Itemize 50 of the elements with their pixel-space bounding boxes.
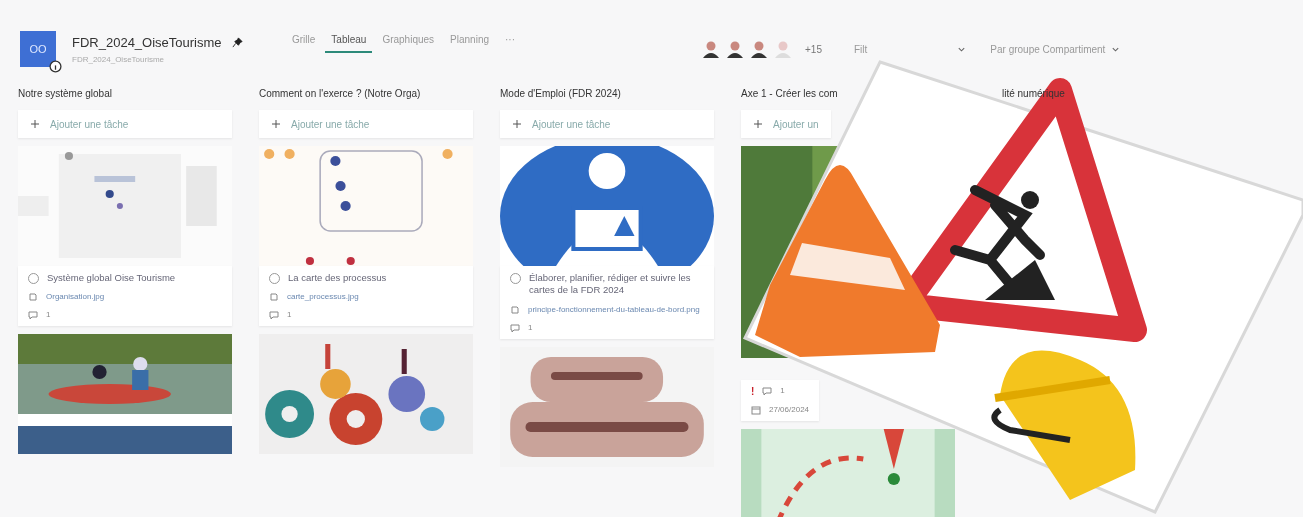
comment-count: 1: [46, 310, 51, 320]
add-task-button[interactable]: Ajouter un: [741, 110, 831, 138]
attachment-link[interactable]: carte_processus.jpg: [287, 292, 359, 302]
bucket-title: Comment on l'exerce ? (Notre Orga): [259, 88, 422, 101]
comment-icon: [269, 310, 279, 321]
calendar-icon: [751, 405, 761, 415]
task-card[interactable]: Système global Oise Tourisme Organisation.jpg 1: [18, 266, 232, 327]
view-tab[interactable]: Tableau: [325, 32, 373, 53]
avatar[interactable]: [749, 39, 769, 59]
add-task-button[interactable]: Ajouter une tâche: [259, 110, 473, 138]
view-tab[interactable]: Graphiques: [376, 32, 441, 53]
avatar[interactable]: [725, 39, 745, 59]
attachment-link[interactable]: principe-fonctionnement-du-tableau-de-bord.png: [528, 304, 700, 314]
more-button[interactable]: ···: [499, 32, 521, 53]
plus-icon: [512, 119, 522, 129]
member-count[interactable]: +15: [805, 43, 822, 55]
filter-button[interactable]: Filt: [853, 43, 868, 55]
priority-mark: !: [751, 386, 755, 397]
avatar[interactable]: [701, 39, 721, 59]
attachment-link[interactable]: Organisation.jpg: [46, 292, 105, 302]
attachment-icon: [28, 292, 38, 303]
due-date: 27/06/2024: [769, 405, 810, 414]
bucket-title: Notre système global: [18, 88, 113, 101]
info-icon: [49, 60, 62, 73]
task-card[interactable]: La carte des processus carte_processus.jpg 1: [259, 266, 473, 327]
view-tab[interactable]: Planning: [444, 32, 495, 53]
plus-icon: [271, 119, 281, 129]
plus-icon: [30, 119, 40, 129]
comment-icon: [28, 310, 38, 321]
plus-icon: [753, 119, 763, 129]
bucket-title: Axe 1 - Créer les com: [741, 88, 839, 101]
group-by-dropdown[interactable]: Par groupe Compartiment: [990, 43, 1106, 55]
comment-count: 1: [780, 386, 785, 395]
comment-icon: [762, 386, 773, 396]
task-title: Système global Oise Tourisme: [47, 272, 176, 285]
comment-count: 1: [287, 310, 292, 320]
view-tab[interactable]: Grille: [286, 32, 322, 53]
attachment-icon: [269, 292, 279, 303]
pin-icon[interactable]: [231, 36, 243, 48]
comment-icon: [510, 322, 520, 333]
plan-subtitle: FDR_2024_OiseTourisme: [72, 54, 166, 64]
add-task-button[interactable]: Ajouter une tâche: [18, 110, 232, 138]
comment-count: 1: [528, 322, 533, 332]
task-title: Élaborer, planifier, rédiger et suivre les cartes de la FDR 2024: [529, 272, 692, 297]
task-card[interactable]: ! 1 27/06/2024: [741, 380, 820, 421]
attachment-icon: [510, 304, 520, 315]
task-title: La carte des processus: [288, 272, 387, 285]
plan-title: FDR_2024_OiseTourisme: [72, 34, 222, 50]
add-task-button[interactable]: Ajouter une tâche: [500, 110, 714, 138]
bucket-title: Mode d'Emploi (FDR 2024): [500, 88, 622, 101]
